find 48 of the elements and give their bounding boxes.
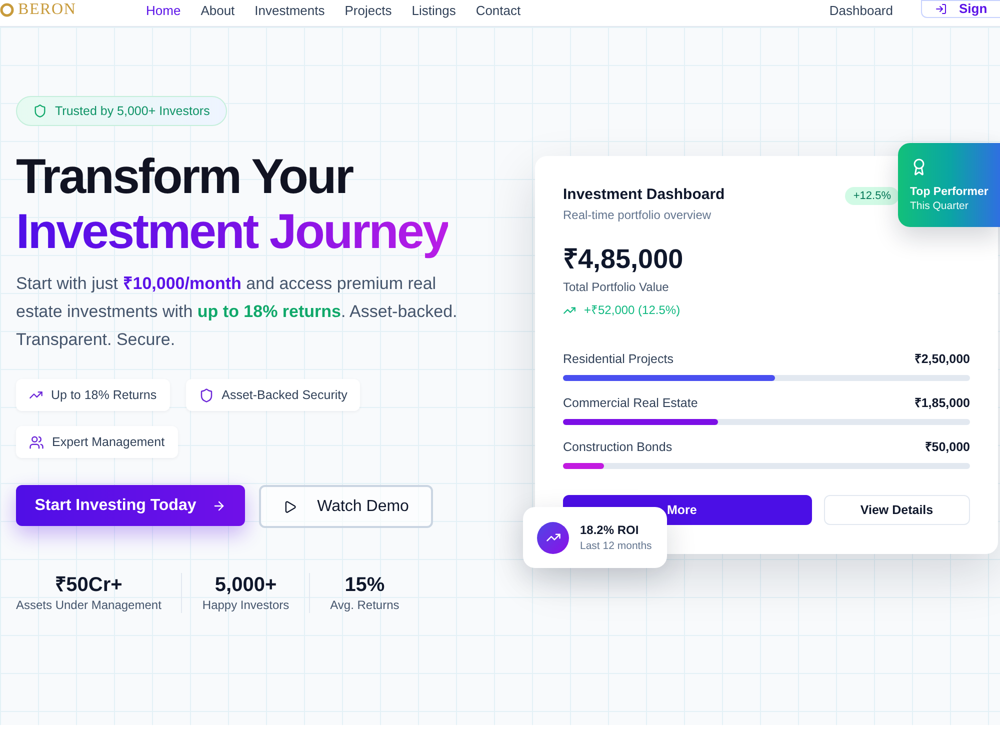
feature-label: Asset-Backed Security: [222, 386, 348, 404]
dashboard-link[interactable]: Dashboard: [829, 0, 893, 19]
top-performer-title: Top Performer: [910, 185, 988, 199]
allocation-amount: ₹50,000: [924, 438, 970, 456]
shield-icon: [33, 104, 47, 118]
hero-description: Start with just ₹10,000/month and access premium real estate investments with up to 18% returns. Asset-backed. Transparent. Secure.: [16, 273, 458, 351]
login-icon: [935, 3, 947, 15]
brand-name: BERON: [18, 1, 76, 19]
allocation-amount: ₹2,50,000: [914, 350, 970, 368]
stat-label: Happy Investors: [202, 597, 290, 613]
card-title: Investment Dashboard: [563, 186, 725, 204]
nav-link[interactable]: About: [200, 3, 235, 19]
arrow-right-icon: [212, 498, 226, 512]
roi-title: 18.2% ROI: [580, 522, 640, 538]
growth-badge: +12.5%: [845, 187, 899, 205]
play-icon: [283, 500, 298, 514]
nav-link[interactable]: Home: [146, 3, 181, 19]
allocation-name: Residential Projects: [563, 350, 674, 368]
sign-in-button[interactable]: Sign: [921, 0, 1000, 18]
nav-link[interactable]: Contact: [476, 3, 521, 19]
stat-label: Assets Under Management: [16, 597, 162, 613]
stat-label: Avg. Returns: [330, 597, 400, 613]
allocation-amount: ₹1,85,000: [914, 394, 970, 412]
portfolio-total-label: Total Portfolio Value: [563, 280, 670, 295]
shield-icon: [198, 388, 214, 402]
feature-label: Up to 18% Returns: [51, 386, 157, 404]
feature-label: Expert Management: [52, 434, 165, 451]
allocation-name: Construction Bonds: [563, 438, 672, 456]
hero-title: Transform Your: [16, 150, 352, 205]
card-subtitle: Real-time portfolio overview: [563, 208, 712, 223]
logo-icon: [0, 3, 14, 17]
roi-subtitle: Last 12 months: [580, 540, 652, 552]
trending-up-icon: [537, 522, 569, 554]
nav-link[interactable]: Projects: [344, 3, 392, 19]
nav-link[interactable]: Investments: [254, 3, 325, 19]
stat-value: 15%: [344, 573, 385, 597]
watch-demo-button[interactable]: Watch Demo: [259, 485, 433, 528]
start-investing-button[interactable]: Start Investing Today: [16, 485, 245, 526]
top-performer-subtitle: This Quarter: [910, 200, 968, 213]
portfolio-total: ₹4,85,000: [563, 243, 684, 275]
allocation-name: Commercial Real Estate: [563, 394, 698, 412]
stat-value: ₹50Cr+: [55, 573, 122, 597]
view-details-button[interactable]: View Details: [824, 495, 970, 525]
trust-label: Trusted by 5,000+ Investors: [55, 102, 210, 120]
users-icon: [29, 434, 44, 450]
nav-link[interactable]: Listings: [412, 3, 456, 19]
portfolio-change: +₹52,000 (12.5%): [584, 303, 680, 318]
stat-value: 5,000+: [214, 573, 277, 597]
